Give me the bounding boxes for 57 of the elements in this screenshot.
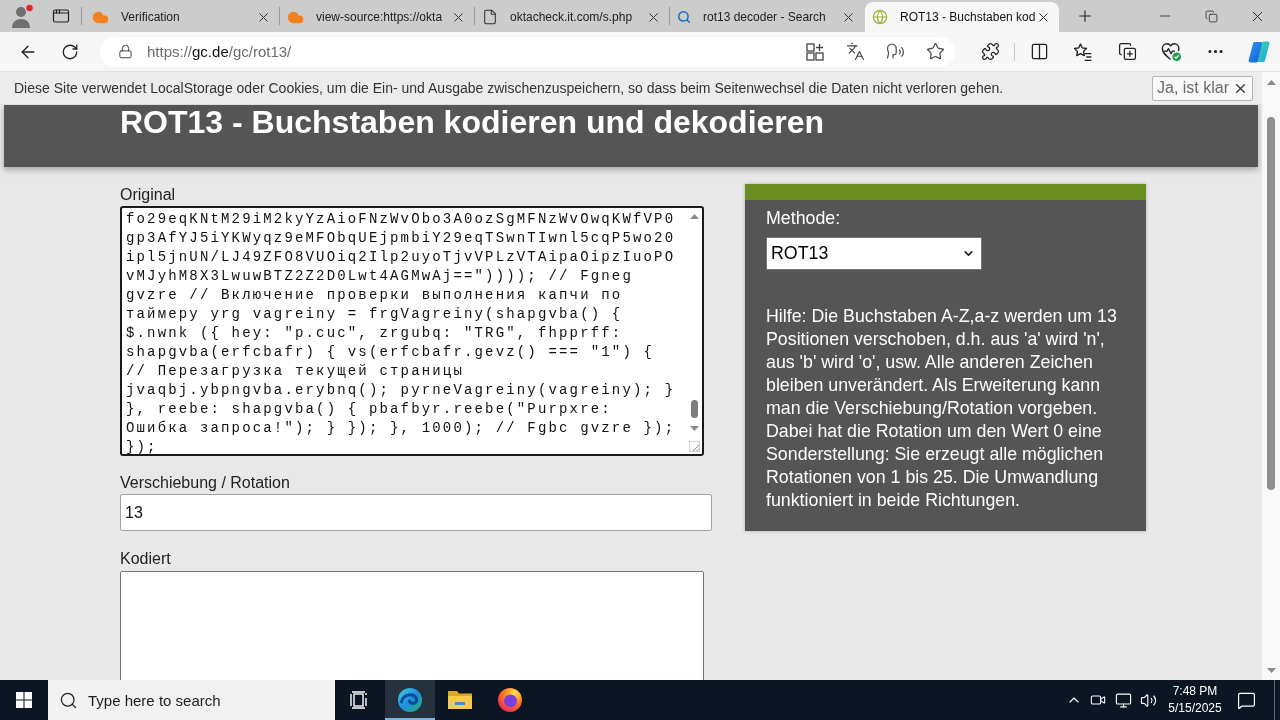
browser-tab[interactable]: view-source:https://okta	[280, 2, 474, 32]
scrollbar-thumb[interactable]	[1267, 117, 1275, 490]
gradient-logo-icon[interactable]	[1246, 39, 1271, 64]
read-aloud-icon[interactable]	[885, 42, 905, 61]
help-text: Hilfe: Die Buchstaben A-Z,a-z werden um 13 Positionen verschoben, d.h. aus 'a' wird 'n', aus 'b' wird 'o', usw. Alle anderen Zeichen bleiben unverändert. Als Erweiterung kann man die Verschiebung/Rotation vorgeben. Dabei hat die Rotation um den Wert 0 eine Sonderstellung: Sie erzeugt alle möglichen Rotationen von 1 bis 25. Die Umwandlung funktioniert in beide Richtungen.	[766, 305, 1118, 512]
puzzle-icon[interactable]	[980, 42, 1000, 61]
accept-button[interactable]: Ja, ist klar	[1152, 75, 1253, 101]
browser-tab[interactable]: rot13 decoder - Search	[670, 2, 864, 32]
cookie-notice-text: Diese Site verwendet LocalStorage oder Cookies, um die Ein- und Ausgabe zwischenzuspeichern, so dass beim Seitenwechsel die Daten nicht verloren gehen.	[14, 80, 1004, 96]
scroll-up-arrow-icon[interactable]	[1266, 80, 1276, 85]
original-textarea[interactable]: fo29eqKNtM29iM2kyYzAioFNzWvObo3A0ozSgMFNzWvOwqKWfVP0 gp3AfYJ5iYKWyqz9eMFObqUEjpmbiY29eqTSwnTIwnl5cqP5wo20 ipl5jnUN/LJ49ZFO8VUOiq2Ilp2uyoTjvVPLzVTAipaOipzIuoPO vMJyhM8X3LwuwBTZ2Z2D0Lwt4AGMwAj==")))); // Fgneg gvzre // Включение проверки выполнения капчи по таймеру yrg vagreiny = frgVagreiny(shapgvba() { $.nwnk ({ hey: "p.cuc", zrgubq: "TRG", fhpprff: shapgvba(erfcbafr) { vs(erfcbafr.gevz() === "1") { // Перезагрузка текущей страницы jvaqbj.ybpngvba.erybnq(); pyrneVagreiny(vagreiny); } }, reebe: shapgvba() { pbafbyr.reebe("Purpxre: Ошибка запроса!"); } }); }, 1000); // Fgbc gvzre }); });	[120, 206, 704, 456]
clock-time[interactable]: 7:48 PM	[1172, 683, 1218, 700]
heart-pulse-icon[interactable]	[1160, 41, 1182, 62]
browser-icon[interactable]	[497, 687, 523, 713]
camera-icon[interactable]	[1090, 692, 1106, 708]
message-icon[interactable]	[1236, 690, 1256, 710]
browser-tab[interactable]: oktacheck.it.com/s.php	[475, 2, 669, 32]
scroll-down-arrow-icon[interactable]	[1266, 668, 1276, 673]
original-label: Original	[120, 185, 177, 205]
monitor-icon[interactable]	[1114, 691, 1132, 709]
volume-icon[interactable]	[1139, 691, 1157, 709]
resize-grip-icon[interactable]	[689, 441, 700, 452]
rotation-label: Verschiebung / Rotation	[120, 473, 291, 493]
reload-icon[interactable]	[61, 42, 79, 61]
clock-date[interactable]: 5/15/2025	[1168, 700, 1222, 717]
browser-tab[interactable]: ROT13 - Buchstaben kod	[865, 2, 1059, 32]
star-list-icon[interactable]	[1073, 41, 1093, 62]
split-screen-icon[interactable]	[1029, 42, 1049, 61]
star-icon[interactable]	[925, 42, 945, 61]
taskbar-search-field[interactable]: Type here to search	[48, 680, 335, 720]
browser-tab[interactable]: Verification	[85, 2, 279, 32]
lock-icon[interactable]	[118, 44, 133, 59]
new-tab-icon[interactable]	[1076, 7, 1094, 25]
translate-icon[interactable]	[845, 42, 865, 61]
taskbar-app-button[interactable]	[385, 680, 435, 720]
search-icon	[59, 690, 78, 710]
task-view-icon[interactable]	[350, 691, 370, 709]
encoded-label: Kodiert	[120, 549, 172, 569]
search-icon	[677, 10, 691, 24]
document-icon	[482, 9, 498, 25]
tab-actions-icon[interactable]	[52, 7, 70, 25]
scrollbar-thumb[interactable]	[691, 400, 698, 418]
method-select[interactable]: ROT13	[766, 237, 982, 270]
url-field[interactable]: https://gc.de/gc/rot13/	[100, 36, 955, 67]
profile-icon[interactable]	[9, 3, 35, 29]
restore-icon[interactable]	[1204, 9, 1218, 23]
page-title: ROT13 - Buchstaben kodieren und dekodieren	[120, 105, 826, 139]
collections-icon[interactable]	[1117, 42, 1137, 61]
browser-icon[interactable]	[397, 687, 423, 713]
scroll-down-arrow-icon[interactable]	[690, 426, 699, 431]
method-label: Methode:	[766, 208, 842, 229]
scroll-up-arrow-icon[interactable]	[690, 214, 699, 219]
windows-logo-icon[interactable]	[16, 692, 32, 708]
folder-icon[interactable]	[447, 689, 473, 711]
rotation-input[interactable]: 13	[120, 494, 712, 531]
globe-icon	[872, 9, 888, 25]
grid-plus-icon[interactable]	[806, 42, 824, 61]
